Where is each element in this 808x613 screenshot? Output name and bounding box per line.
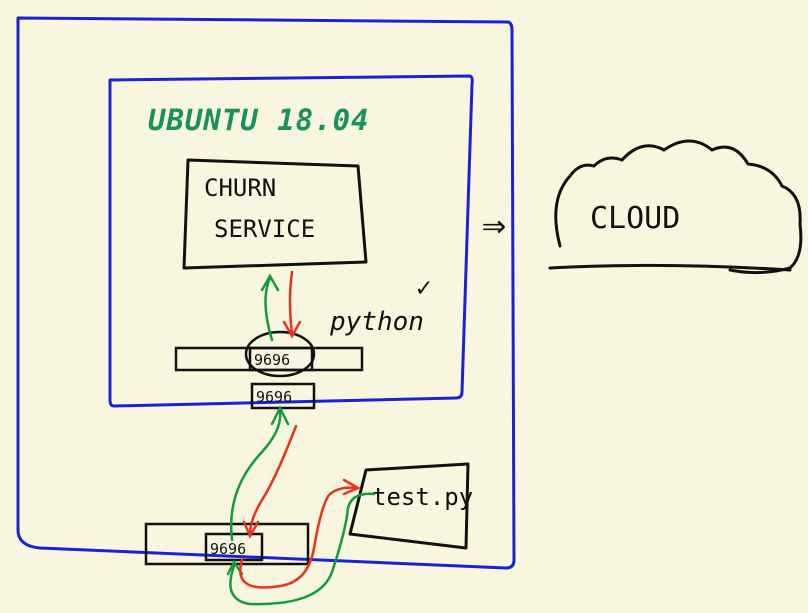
deploy-arrow-icon: ⇒ (482, 202, 506, 248)
test-script-label: test.py (372, 483, 473, 511)
language-label: python (329, 307, 424, 337)
cloud-label: CLOUD (590, 201, 680, 236)
check-mark-icon: ✓ (416, 273, 432, 303)
service-label-line1: CHURN (204, 174, 276, 202)
exposed-port-label: 9696 (256, 388, 292, 406)
service-label-line2: SERVICE (214, 215, 315, 243)
cloud-baseline (548, 263, 792, 272)
os-label: UBUNTU 18.04 (148, 103, 370, 137)
architecture-diagram: UBUNTU 18.04 CHURN SERVICE python ✓ 9696… (16, 16, 803, 606)
container-port-label: 9696 (254, 351, 290, 369)
host-port-label: 9696 (210, 540, 246, 558)
